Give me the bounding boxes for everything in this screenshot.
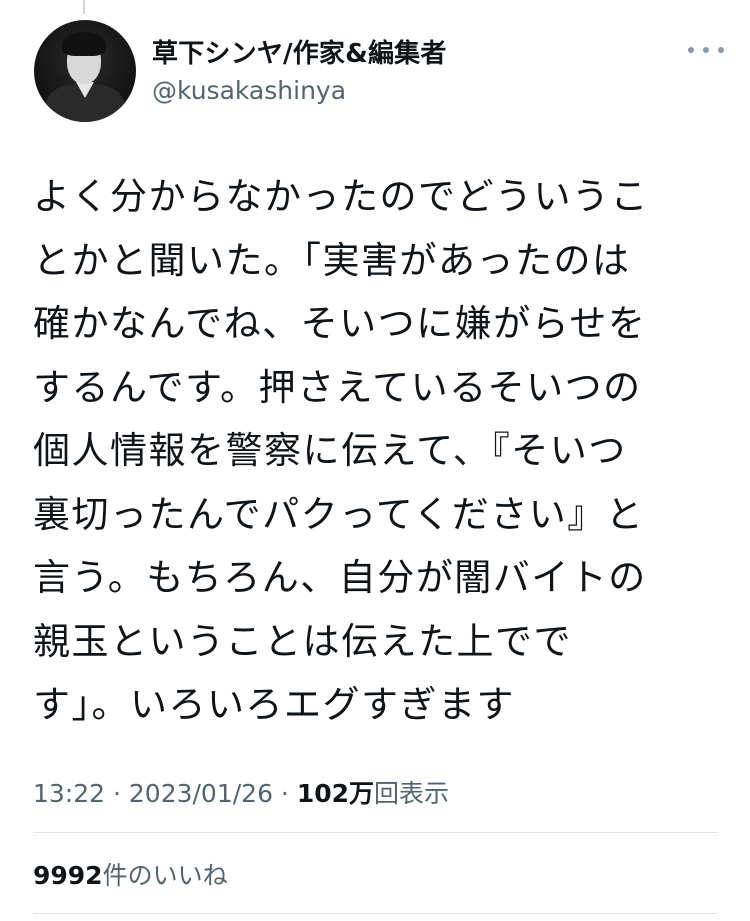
tweet-header: 草下シンヤ/作家&編集者 @kusakashinya	[34, 20, 730, 124]
tweet-text: よく分からなかったのでどういうこ とかと聞いた。「実害があったのは 確かなんでね…	[33, 165, 733, 737]
likes-stat[interactable]: 9992件のいいね	[33, 856, 228, 892]
tweet-text-line: 裏切ったんでパクってください』と	[33, 492, 645, 536]
divider	[33, 913, 717, 914]
avatar[interactable]	[34, 20, 136, 122]
meta-separator: ·	[272, 779, 297, 808]
tweet-text-line: 親玉ということは伝えた上でで	[33, 619, 572, 663]
tweet-meta: 13:22 · 2023/01/26 · 102万回表示	[33, 774, 449, 810]
author-display-name[interactable]: 草下シンヤ/作家&編集者	[152, 33, 447, 70]
more-dot	[688, 47, 694, 53]
tweet-date[interactable]: 2023/01/26	[129, 779, 273, 808]
divider	[33, 832, 717, 833]
tweet-text-line: よく分からなかったのでどういうこ	[33, 175, 649, 218]
tweet-time[interactable]: 13:22	[33, 779, 105, 808]
avatar-hair	[62, 32, 106, 56]
views-label: 回表示	[374, 779, 450, 808]
meta-separator: ·	[105, 779, 129, 808]
likes-count: 9992	[33, 861, 103, 890]
tweet-text-line: とかと聞いた。「実害があったのは	[33, 238, 631, 282]
views-count[interactable]: 102万	[297, 779, 374, 808]
tweet-text-line: す」。いろいろエグすぎます	[33, 683, 515, 726]
tweet-text-line: 確かなんでね、そいつに嫌がらせを	[33, 302, 647, 345]
tweet-text-line: 個人情報を警察に伝えて、『そいつ	[33, 429, 627, 472]
more-dot	[718, 47, 724, 53]
thread-connector-line	[83, 0, 85, 14]
author-handle[interactable]: @kusakashinya	[152, 76, 346, 105]
tweet-text-line: するんです。押さえているそいつの	[33, 365, 642, 409]
more-horizontal-icon[interactable]	[688, 40, 724, 60]
likes-label: 件のいいね	[102, 861, 228, 890]
more-dot	[703, 47, 709, 53]
tweet-text-line: 言う。もちろん、自分が闇バイトの	[33, 556, 647, 599]
